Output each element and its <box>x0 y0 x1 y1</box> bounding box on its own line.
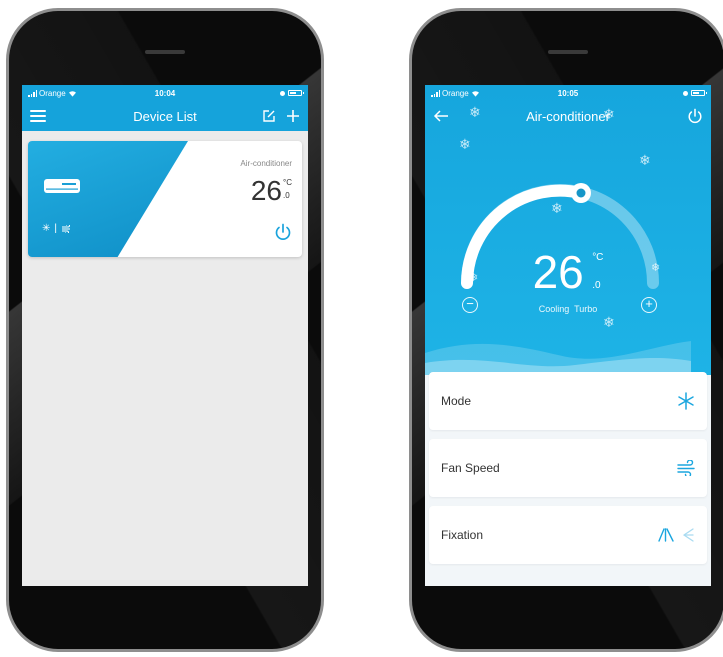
setting-row-fan-speed[interactable]: Fan Speed <box>429 439 707 497</box>
setting-label: Fan Speed <box>441 461 500 475</box>
setting-label: Fixation <box>441 528 484 542</box>
battery-icon <box>288 90 304 96</box>
thermostat-panel: ❄ ❄ ❄ ❄ ❄ ❄ ❄ ❄ Orange 10:05 Air-conditi… <box>425 85 711 375</box>
set-temperature: 26 °C .0 <box>532 246 604 298</box>
wind-icon <box>62 224 70 233</box>
swing-icon <box>658 528 674 542</box>
back-arrow-icon[interactable] <box>433 110 449 122</box>
earpiece-speaker <box>145 50 185 54</box>
navbar: Device List <box>22 101 308 131</box>
card-mode-indicators: ✳ | <box>42 223 71 234</box>
add-icon[interactable] <box>286 109 300 123</box>
increase-temperature-button[interactable]: + <box>641 297 657 313</box>
card-accent-panel <box>28 141 188 257</box>
carrier-name: Orange <box>39 88 66 98</box>
status-bar: Orange 10:04 <box>22 85 308 101</box>
phone-body: Orange 10:04 Device List ✳ | Air-conditi… <box>9 11 321 649</box>
edit-icon[interactable] <box>262 109 276 123</box>
air-conditioner-icon <box>44 179 80 193</box>
mode-status-text: Cooling Turbo <box>538 304 598 314</box>
device-temperature: 26 °C .0 <box>250 175 292 206</box>
alarm-icon <box>683 90 688 96</box>
swing-directions-icon <box>682 528 694 542</box>
temperature-decimal: .0 <box>592 280 601 291</box>
page-title: Air-conditioner <box>526 108 610 124</box>
temperature-unit: °C <box>592 252 604 263</box>
temperature-decimal: .0 <box>283 191 290 200</box>
power-icon[interactable] <box>687 108 703 124</box>
earpiece-speaker <box>548 50 588 54</box>
signal-icon <box>431 89 440 97</box>
carrier-name: Orange <box>442 88 469 98</box>
wind-icon <box>677 460 695 476</box>
navbar: Air-conditioner <box>425 101 711 131</box>
alarm-icon <box>280 90 285 96</box>
snowflake-icon: ✳ <box>42 223 51 234</box>
phone-body: ❄ ❄ ❄ ❄ ❄ ❄ ❄ ❄ Orange 10:05 Air-conditi… <box>412 11 723 649</box>
temperature-unit: °C <box>283 178 292 187</box>
setting-row-fixation[interactable]: Fixation <box>429 506 707 564</box>
snowflake-icon <box>678 392 694 410</box>
device-card-air-conditioner[interactable]: ✳ | Air-conditioner 26 °C .0 <box>28 141 302 257</box>
setting-label: Mode <box>441 394 472 408</box>
wifi-icon <box>471 90 479 97</box>
power-icon[interactable] <box>274 223 292 241</box>
header: Orange 10:04 Device List <box>22 85 308 131</box>
device-list-screen: Orange 10:04 Device List ✳ | Air-conditi… <box>22 85 308 586</box>
menu-icon[interactable] <box>30 110 46 122</box>
air-conditioner-screen: ❄ ❄ ❄ ❄ ❄ ❄ ❄ ❄ Orange 10:05 Air-conditi… <box>425 85 711 586</box>
setting-row-mode[interactable]: Mode <box>429 372 707 430</box>
status-bar: Orange 10:05 <box>425 85 711 101</box>
phone-frame-right: ❄ ❄ ❄ ❄ ❄ ❄ ❄ ❄ Orange 10:05 Air-conditi… <box>409 8 723 652</box>
device-name: Air-conditioner <box>240 159 292 168</box>
wifi-icon <box>68 90 76 97</box>
battery-icon <box>691 90 707 96</box>
phone-frame-left: Orange 10:04 Device List ✳ | Air-conditi… <box>6 8 324 652</box>
signal-icon <box>28 89 37 97</box>
